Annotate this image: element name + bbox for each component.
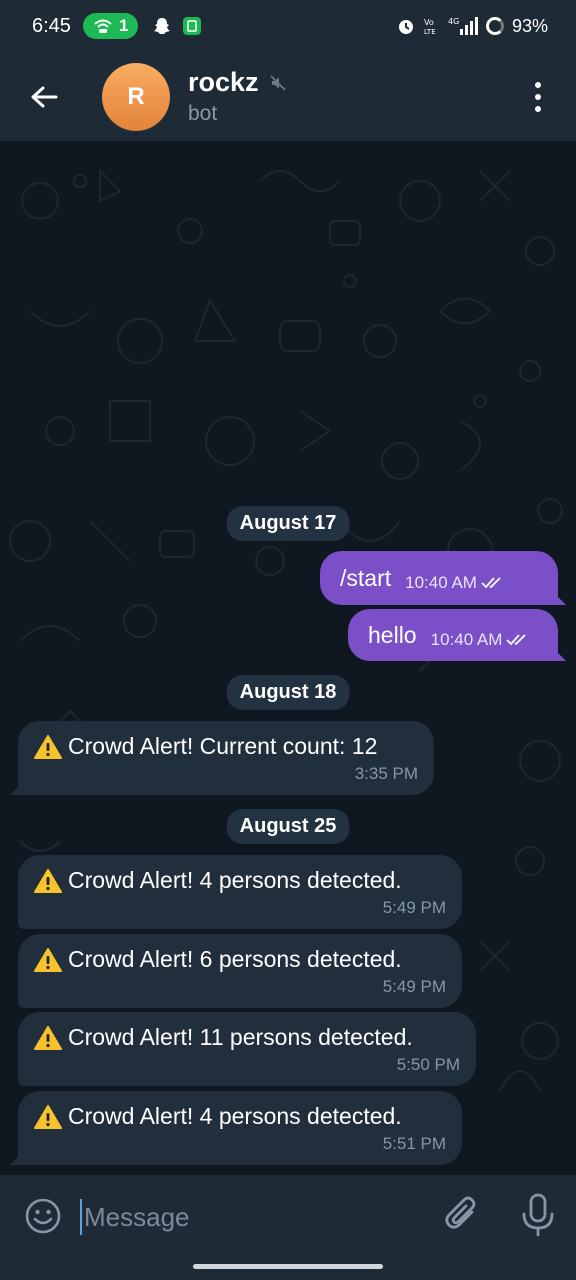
double-check-icon: [481, 577, 501, 589]
warning-icon: [34, 947, 62, 972]
status-time: 6:45: [32, 14, 71, 37]
incoming-message[interactable]: Crowd Alert! 4 persons detected. 5:49 PM: [18, 855, 462, 929]
warning-icon: [34, 868, 62, 893]
message-time: 10:40 AM: [430, 630, 503, 649]
outgoing-message[interactable]: /start 10:40 AM: [320, 551, 566, 605]
date-separator: August 25: [226, 809, 350, 844]
battery-percent: 93%: [511, 15, 548, 36]
text-cursor: [80, 1199, 82, 1235]
chat-header: R rockz bot: [0, 52, 576, 141]
incoming-message[interactable]: Crowd Alert! Current count: 12 3:35 PM: [10, 721, 434, 795]
app-notification-icon: [183, 17, 202, 35]
chat-title[interactable]: rockz bot: [188, 67, 287, 126]
avatar-letter: R: [127, 82, 145, 110]
outgoing-message[interactable]: hello 10:40 AM: [348, 609, 566, 661]
muted-icon: [269, 74, 286, 91]
message-time: 10:40 AM: [405, 573, 477, 592]
telegram-chat-screen: 6:45 1 Vo LTE 4G 93% R rockz bot August …: [0, 0, 576, 1280]
hotspot-icon: [94, 19, 112, 33]
network-label: 4G: [448, 17, 459, 26]
chat-name: rockz: [188, 67, 259, 97]
message-text: Crowd Alert! 11 persons detected.: [68, 1024, 413, 1050]
message-text: Crowd Alert! 4 persons detected.: [68, 1103, 402, 1129]
incoming-message[interactable]: Crowd Alert! 11 persons detected. 5:50 P…: [18, 1012, 476, 1086]
date-separator: August 17: [226, 506, 350, 541]
date-separator: August 18: [226, 675, 350, 710]
message-time: 5:49 PM: [382, 898, 446, 917]
hotspot-count: 1: [118, 16, 129, 35]
microphone-icon[interactable]: [518, 1193, 558, 1237]
message-text: Crowd Alert! 6 persons detected.: [68, 946, 402, 972]
message-text: Crowd Alert! 4 persons detected.: [68, 867, 402, 893]
message-text: Crowd Alert! Current count: 12: [68, 733, 378, 759]
message-time: 5:51 PM: [382, 1134, 446, 1153]
paperclip-icon[interactable]: [442, 1195, 482, 1235]
message-input[interactable]: [84, 1195, 404, 1239]
back-button[interactable]: [0, 52, 88, 141]
double-check-icon: [506, 634, 527, 646]
warning-icon: [34, 1104, 62, 1129]
volte-icon: Vo LTE: [424, 18, 436, 36]
svg-text:LTE: LTE: [424, 28, 436, 36]
hotspot-indicator: 1: [82, 13, 139, 39]
message-text: hello: [368, 621, 417, 648]
svg-text:Vo: Vo: [424, 18, 434, 27]
warning-icon: [34, 734, 62, 759]
back-arrow-icon: [31, 86, 58, 107]
alarm-icon: [398, 20, 413, 34]
status-right-group: Vo LTE 4G 93%: [396, 16, 548, 37]
status-bar: 6:45 1 Vo LTE 4G 93%: [0, 0, 576, 52]
chat-subtitle: bot: [188, 102, 218, 125]
incoming-message[interactable]: Crowd Alert! 4 persons detected. 5:51 PM: [10, 1091, 462, 1165]
avatar[interactable]: R: [102, 62, 170, 131]
message-time: 5:49 PM: [382, 977, 446, 996]
warning-icon: [34, 1025, 62, 1050]
home-indicator[interactable]: [193, 1264, 383, 1269]
message-time: 5:50 PM: [396, 1055, 460, 1074]
more-options-icon[interactable]: [522, 80, 554, 114]
emoji-icon[interactable]: [24, 1197, 62, 1235]
message-text: /start: [340, 564, 392, 591]
signal-icon: 4G: [448, 17, 478, 35]
message-list[interactable]: August 17 /start 10:40 AM hello 10:40 AM…: [0, 141, 576, 1175]
snapchat-icon: [154, 18, 171, 34]
incoming-message[interactable]: Crowd Alert! 6 persons detected. 5:49 PM: [18, 934, 462, 1008]
battery-icon: [485, 17, 504, 35]
message-time: 3:35 PM: [354, 764, 418, 783]
